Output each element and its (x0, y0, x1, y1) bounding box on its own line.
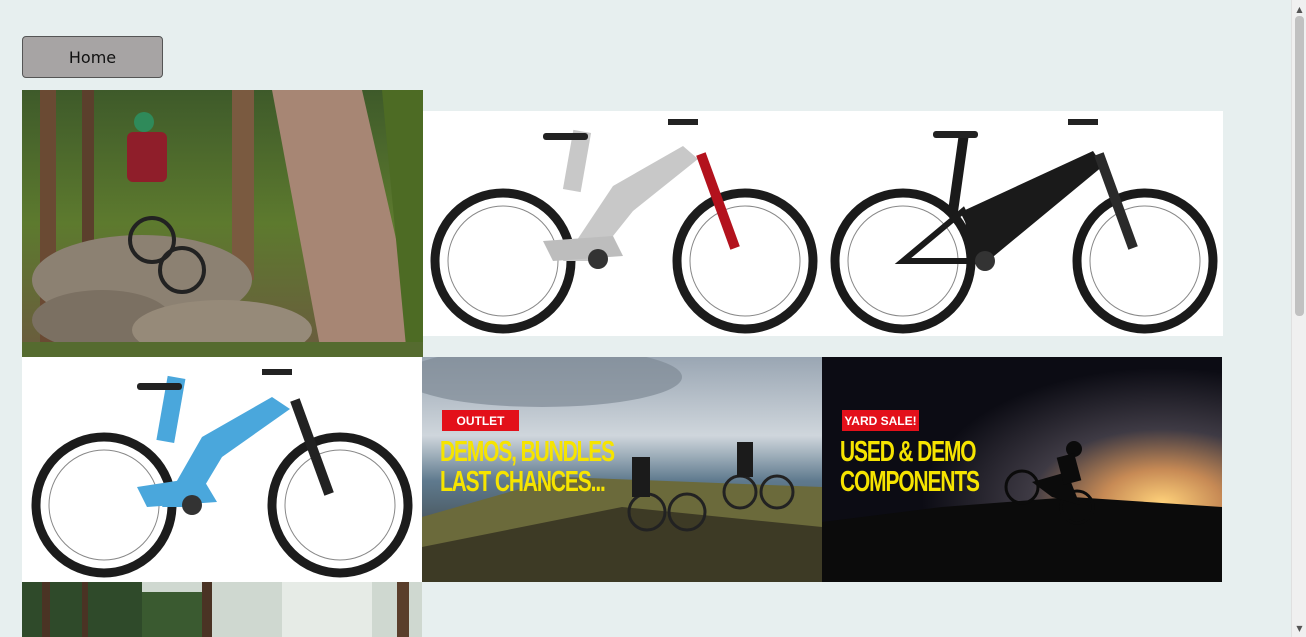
silver-bike-photo[interactable] (423, 111, 823, 336)
forest-trail-photo[interactable] (22, 582, 422, 637)
outlet-headline-line2: LAST CHANCES... (440, 466, 606, 498)
scrollbar-thumb[interactable] (1295, 16, 1304, 316)
yard-sale-headline-line1: USED & DEMO (840, 436, 977, 468)
outlet-headline-line1: DEMOS, BUNDLES (440, 436, 615, 468)
black-hardtail-bike-photo[interactable] (823, 111, 1223, 336)
scroll-down-icon[interactable]: ▼ (1292, 621, 1306, 635)
yard-sale-headline-line2: COMPONENTS (840, 466, 980, 498)
forest-rider-photo[interactable] (22, 90, 423, 357)
blue-bike-photo[interactable] (22, 357, 422, 582)
vertical-scrollbar[interactable]: ▲ ▼ (1291, 0, 1306, 637)
yard-sale-tag: YARD SALE! (844, 413, 917, 428)
scroll-up-icon[interactable]: ▲ (1292, 2, 1306, 16)
yard-sale-banner[interactable]: YARD SALE! USED & DEMO COMPONENTS (822, 357, 1222, 582)
home-button[interactable]: Home (22, 36, 163, 78)
outlet-tag: OUTLET (456, 413, 505, 428)
outlet-banner[interactable]: OUTLET DEMOS, BUNDLES LAST CHANCES... (422, 357, 822, 582)
